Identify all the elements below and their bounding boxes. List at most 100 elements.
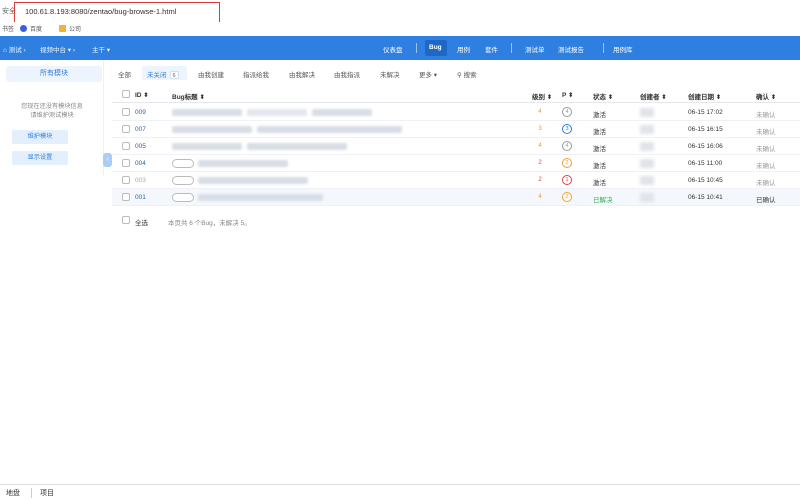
col-date[interactable]: 创建日期 ⬍: [688, 91, 721, 101]
col-id[interactable]: ID ⬍: [135, 91, 149, 99]
crumb-product[interactable]: 视频中台 ▾ ›: [40, 44, 75, 54]
bug-id[interactable]: 007: [135, 126, 146, 133]
display-settings-button[interactable]: 显示设置: [12, 151, 68, 165]
table-row[interactable]: 001 4 2 已解决 06-15 10:41 已确认: [112, 189, 800, 206]
row-checkbox[interactable]: [122, 108, 130, 116]
creator-blurred: [640, 159, 654, 168]
bug-title-blurred[interactable]: [172, 143, 242, 150]
bottom-tab-dashboard[interactable]: 地盘: [6, 488, 20, 498]
search-icon: ⚲: [457, 72, 462, 79]
col-priority[interactable]: P ⬍: [562, 91, 573, 99]
bottom-tab-project[interactable]: 项目: [40, 488, 54, 498]
bug-tag-pill: [172, 159, 194, 168]
row-checkbox[interactable]: [122, 159, 130, 167]
status-text: 激活: [593, 180, 606, 187]
nav-testtask[interactable]: 测试单: [525, 44, 545, 54]
col-severity[interactable]: 级别 ⬍: [532, 91, 552, 101]
bug-title-blurred[interactable]: [172, 126, 252, 133]
select-all-label[interactable]: 全选: [135, 217, 148, 227]
crumb-test[interactable]: ⌂ 测试 ›: [3, 44, 26, 54]
nav-testcase[interactable]: 用例: [457, 44, 470, 54]
filter-all[interactable]: 全部: [118, 69, 131, 79]
status-text: 激活: [593, 129, 606, 136]
severity-icon: 4: [538, 143, 542, 149]
table-row[interactable]: 003 2 1 激活 06-15 10:45 未确认: [112, 172, 800, 189]
col-confirm[interactable]: 确认 ⬍: [756, 91, 776, 101]
severity-icon: 4: [538, 194, 542, 200]
severity-icon: 2: [538, 160, 542, 166]
filter-resolved-by-me[interactable]: 由我解决: [289, 69, 315, 79]
severity-icon: 3: [538, 126, 542, 132]
url-input[interactable]: 100.61.8.193:8080/zentao/bug-browse-1.ht…: [25, 7, 176, 16]
bookmark-baidu[interactable]: 百度: [20, 24, 42, 33]
filter-assigned-to-me[interactable]: 指派给我: [243, 69, 269, 79]
nav-divider: [511, 43, 512, 53]
bug-title-blurred: [247, 109, 307, 116]
created-date: 06-15 10:45: [688, 177, 723, 184]
bug-tag-pill: [172, 193, 194, 202]
nav-bug[interactable]: Bug: [429, 44, 442, 51]
sidebar-toggle-chevron-left-icon[interactable]: ‹: [103, 153, 112, 167]
filter-search[interactable]: ⚲ 搜索: [457, 69, 477, 79]
all-modules-title[interactable]: 所有模块: [6, 66, 102, 82]
priority-badge: 4: [562, 107, 572, 117]
nav-suite[interactable]: 套件: [485, 44, 498, 54]
bug-title-blurred: [257, 126, 402, 133]
priority-badge: 3: [562, 124, 572, 134]
bug-id[interactable]: 005: [135, 143, 146, 150]
status-text: 已解决: [593, 197, 613, 204]
nav-testreport[interactable]: 测试报告: [558, 44, 584, 54]
bug-id[interactable]: 001: [135, 194, 146, 201]
bug-id[interactable]: 004: [135, 160, 146, 167]
table-row[interactable]: 004 2 2 激活 06-15 11:00 未确认: [112, 155, 800, 172]
filter-unclosed[interactable]: 未关闭 6: [147, 69, 179, 79]
col-creator[interactable]: 创建者 ⬍: [640, 91, 667, 101]
crumb-branch[interactable]: 主干 ▾: [92, 44, 110, 54]
status-text: 激活: [593, 146, 606, 153]
bug-title-blurred[interactable]: [198, 177, 308, 184]
table-row[interactable]: 007 3 3 激活 06-15 16:15 未确认: [112, 121, 800, 138]
nav-dashboard[interactable]: 仪表盘: [383, 44, 403, 54]
bookmark-company[interactable]: 公司: [59, 24, 81, 33]
table-header: ID ⬍ Bug标题 ⬍ 级别 ⬍ P ⬍ 状态 ⬍ 创建者 ⬍ 创建日期 ⬍ …: [112, 86, 800, 103]
module-sidebar: 所有模块 您现在还没有模块信息 请维护测试模块 维护模块 显示设置: [0, 60, 104, 176]
select-all-checkbox[interactable]: [122, 216, 130, 224]
table-row[interactable]: 005 4 4 激活 06-15 16:06 未确认: [112, 138, 800, 155]
bug-title-blurred[interactable]: [198, 160, 288, 167]
bug-title-blurred[interactable]: [172, 109, 242, 116]
bug-title-blurred: [247, 143, 347, 150]
creator-blurred: [640, 193, 654, 202]
filter-more[interactable]: 更多 ▾: [419, 69, 437, 79]
bug-id[interactable]: 009: [135, 109, 146, 116]
bookmarks-bar: 书签 百度 公司: [0, 22, 800, 35]
row-checkbox[interactable]: [122, 125, 130, 133]
col-status[interactable]: 状态 ⬍: [593, 91, 613, 101]
top-navigation: ⌂ 测试 › 视频中台 ▾ › 主干 ▾ 仪表盘 Bug 用例 套件 测试单 测…: [0, 36, 800, 60]
filter-assigned-by-me[interactable]: 由我指派: [334, 69, 360, 79]
filter-bar: 全部 未关闭 6 由我创建 指派给我 由我解决 由我指派 未解决 更多 ▾ ⚲ 搜…: [112, 64, 800, 82]
maintain-module-button[interactable]: 维护模块: [12, 130, 68, 144]
created-date: 06-15 16:15: [688, 126, 723, 133]
header-checkbox[interactable]: [122, 90, 130, 98]
bookmarks-label: 书签: [2, 27, 15, 33]
row-checkbox[interactable]: [122, 142, 130, 150]
confirm-text: 未确认: [756, 112, 776, 119]
confirm-text: 未确认: [756, 129, 776, 136]
table-row[interactable]: 009 4 4 激活 06-15 17:02 未确认: [112, 104, 800, 121]
bug-tag-pill: [172, 176, 194, 185]
severity-icon: 4: [538, 109, 542, 115]
nav-caselib[interactable]: 用例库: [613, 44, 633, 54]
bug-id[interactable]: 003: [135, 177, 146, 184]
row-checkbox[interactable]: [122, 176, 130, 184]
created-date: 06-15 10:41: [688, 194, 723, 201]
priority-badge: 4: [562, 141, 572, 151]
creator-blurred: [640, 108, 654, 117]
bug-title-blurred[interactable]: [198, 194, 323, 201]
col-title[interactable]: Bug标题 ⬍: [172, 91, 205, 101]
created-date: 06-15 11:00: [688, 160, 723, 167]
row-checkbox[interactable]: [122, 193, 130, 201]
confirm-text: 未确认: [756, 146, 776, 153]
severity-icon: 2: [538, 177, 542, 183]
filter-created-by-me[interactable]: 由我创建: [198, 69, 224, 79]
filter-unresolved[interactable]: 未解决: [380, 69, 400, 79]
